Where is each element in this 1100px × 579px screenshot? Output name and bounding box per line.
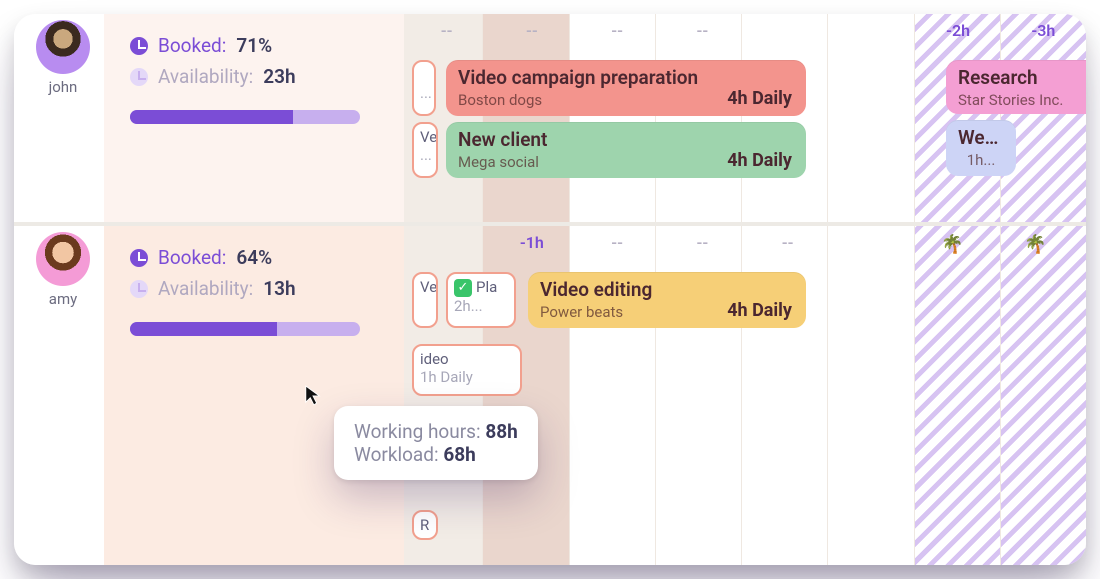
availability-label: Availability: <box>158 277 253 300</box>
balance-cell <box>830 226 915 260</box>
utilization-fill <box>130 322 277 336</box>
booked-value: 64% <box>236 246 272 269</box>
task-title: Video campaign preparation <box>458 66 794 89</box>
person-rail: john <box>14 14 104 222</box>
balance-cell <box>830 14 915 48</box>
schedule-area[interactable]: ---------2h-3h...Ve...Video campaign pre… <box>404 14 1086 222</box>
task-rate: 4h Daily <box>727 300 792 321</box>
schedule-card: johnBooked:71%Availability:23h---------2… <box>14 14 1086 565</box>
clock-icon <box>130 249 148 267</box>
booked-value: 71% <box>236 34 272 57</box>
utilization-fill <box>130 110 293 124</box>
summary-panel: Booked: 64% Availability: 13h <box>104 226 404 565</box>
clock-icon <box>130 68 148 86</box>
person-rail: amy <box>14 226 104 565</box>
cursor-icon <box>304 384 322 406</box>
task-title: Research <box>958 66 1086 89</box>
ghost-sub: ... <box>420 146 432 164</box>
check-icon: ✓ <box>454 279 472 297</box>
availability-value: 23h <box>263 65 295 88</box>
availability-stat: Availability: 13h <box>130 277 386 300</box>
tooltip-workload-label: Workload: <box>354 443 439 466</box>
ghost-title: ideo <box>420 350 449 368</box>
balance-cell: -- <box>489 14 574 48</box>
task-ghost[interactable]: ideo1h Daily <box>412 344 522 396</box>
balance-cell: -- <box>745 226 830 260</box>
person-name: amy <box>24 290 102 308</box>
ghost-title: Pla <box>476 278 497 296</box>
palm-icon: 🌴 <box>1024 234 1046 255</box>
availability-value: 13h <box>263 277 295 300</box>
utilization-bar[interactable] <box>130 110 360 124</box>
task-ghost[interactable]: ✓Pla2h... <box>446 272 516 328</box>
balance-cell: -- <box>575 14 660 48</box>
avatar[interactable] <box>36 232 90 286</box>
booked-stat: Booked: 71% <box>130 34 386 57</box>
availability-label: Availability: <box>158 65 253 88</box>
balance-cell: -2h <box>916 14 1001 48</box>
task-rate: 4h Daily <box>727 88 792 109</box>
availability-stat: Availability: 23h <box>130 65 386 88</box>
task-title: Video editing <box>540 278 794 301</box>
ghost-title: Ve <box>420 278 437 296</box>
balance-header: -1h------ <box>404 226 1086 260</box>
person-name: john <box>24 78 102 96</box>
task-ghost[interactable]: ... <box>412 60 436 116</box>
task-subtitle: Star Stories Inc. <box>958 91 1086 109</box>
task-ghost[interactable]: R <box>412 510 438 540</box>
clock-icon <box>130 37 148 55</box>
ghost-sub: 2h... <box>454 297 483 315</box>
balance-cell: -3h <box>1001 14 1086 48</box>
ghost-sub: 1h Daily <box>420 368 473 386</box>
schedule-area[interactable]: -1h------🌴🌴Ve✓Pla2h...ideo1h DailyRVideo… <box>404 226 1086 565</box>
balance-cell: -- <box>404 14 489 48</box>
task-ghost[interactable]: Ve <box>412 272 438 328</box>
person-row: johnBooked:71%Availability:23h---------2… <box>14 14 1086 222</box>
balance-cell <box>745 14 830 48</box>
balance-header: ---------2h-3h <box>404 14 1086 48</box>
tooltip-workload-value: 68h <box>443 443 475 466</box>
task-block[interactable]: Week 1h... <box>946 120 1016 176</box>
avatar[interactable] <box>36 20 90 74</box>
task-title: Week <box>958 126 1004 149</box>
tooltip-working-label: Working hours: <box>354 420 481 443</box>
balance-cell: -- <box>660 226 745 260</box>
ghost-title: R <box>420 516 429 534</box>
utilization-bar[interactable] <box>130 322 360 336</box>
summary-panel: Booked: 71% Availability: 23h <box>104 14 404 222</box>
ghost-title: Ve <box>420 128 437 146</box>
balance-cell: -- <box>660 14 745 48</box>
booked-label: Booked: <box>158 246 226 269</box>
ghost-sub: ... <box>420 84 432 102</box>
task-block[interactable]: Video campaign preparationBoston dogs4h … <box>446 60 806 116</box>
balance-cell: -1h <box>489 226 574 260</box>
booked-stat: Booked: 64% <box>130 246 386 269</box>
balance-cell: -- <box>575 226 660 260</box>
person-row: amyBooked:64%Availability:13h-1h------🌴🌴… <box>14 226 1086 565</box>
clock-icon <box>130 280 148 298</box>
workload-tooltip: Working hours: 88h Workload: 68h <box>334 406 538 480</box>
task-rate: 4h Daily <box>727 150 792 171</box>
tooltip-working-value: 88h <box>485 420 517 443</box>
task-block[interactable]: Research Star Stories Inc. <box>946 60 1086 114</box>
task-title: New client <box>458 128 794 151</box>
palm-icon: 🌴 <box>941 234 963 255</box>
task-subtitle: 1h... <box>958 151 1004 169</box>
balance-cell <box>404 226 489 260</box>
task-block[interactable]: New clientMega social4h Daily <box>446 122 806 178</box>
task-ghost[interactable]: Ve... <box>412 122 438 178</box>
task-block[interactable]: Video editingPower beats4h Daily <box>528 272 806 328</box>
booked-label: Booked: <box>158 34 226 57</box>
